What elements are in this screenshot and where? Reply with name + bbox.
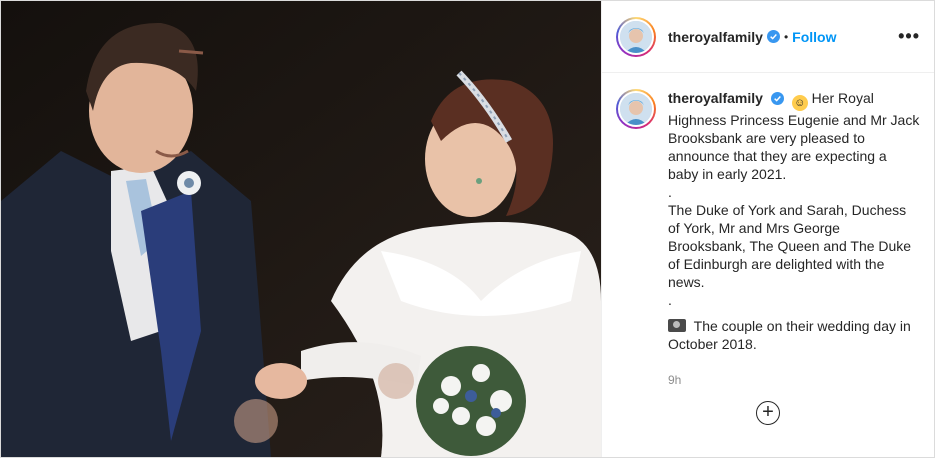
caption-avatar[interactable]	[618, 91, 654, 127]
caption-line-2: .	[668, 184, 672, 200]
avatar[interactable]	[618, 18, 654, 55]
caption: theroyalfamily ☺ Her Royal Highness Prin…	[668, 89, 920, 457]
caption-story-ring[interactable]	[616, 89, 656, 129]
caption-first-paragraph: theroyalfamily ☺ Her Royal Highness Prin…	[668, 89, 920, 183]
caption-verified-badge-icon	[770, 92, 784, 105]
wedding-photo	[1, 1, 601, 457]
instagram-post: theroyalfamily • Follow ••• theroyalfami…	[0, 0, 935, 458]
caption-area: theroyalfamily ☺ Her Royal Highness Prin…	[602, 73, 934, 457]
caption-line-5: The couple on their wedding day in Octob…	[668, 318, 911, 352]
baby-emoji-icon: ☺	[791, 95, 808, 111]
story-ring[interactable]	[616, 16, 656, 57]
caption-avatar-image	[620, 93, 652, 125]
post-header: theroyalfamily • Follow •••	[602, 1, 934, 73]
post-timestamp[interactable]: 9h	[668, 371, 920, 389]
caption-username[interactable]: theroyalfamily	[668, 90, 763, 106]
more-options-icon[interactable]: •••	[898, 26, 920, 47]
account-username[interactable]: theroyalfamily	[668, 29, 763, 45]
post-sidebar: theroyalfamily • Follow ••• theroyalfami…	[601, 1, 934, 457]
caption-line-3: The Duke of York and Sarah, Duchess of Y…	[668, 202, 912, 290]
separator-dot: •	[783, 29, 789, 44]
caption-line-4: .	[668, 292, 672, 308]
post-image[interactable]	[1, 1, 601, 457]
caption-last-paragraph: The couple on their wedding day in Octob…	[668, 317, 920, 353]
follow-button[interactable]: Follow	[792, 29, 836, 45]
verified-badge-icon	[766, 30, 780, 43]
avatar-image	[620, 20, 652, 53]
camera-emoji-icon	[668, 319, 686, 332]
load-more-comments-icon[interactable]: +	[756, 401, 780, 425]
